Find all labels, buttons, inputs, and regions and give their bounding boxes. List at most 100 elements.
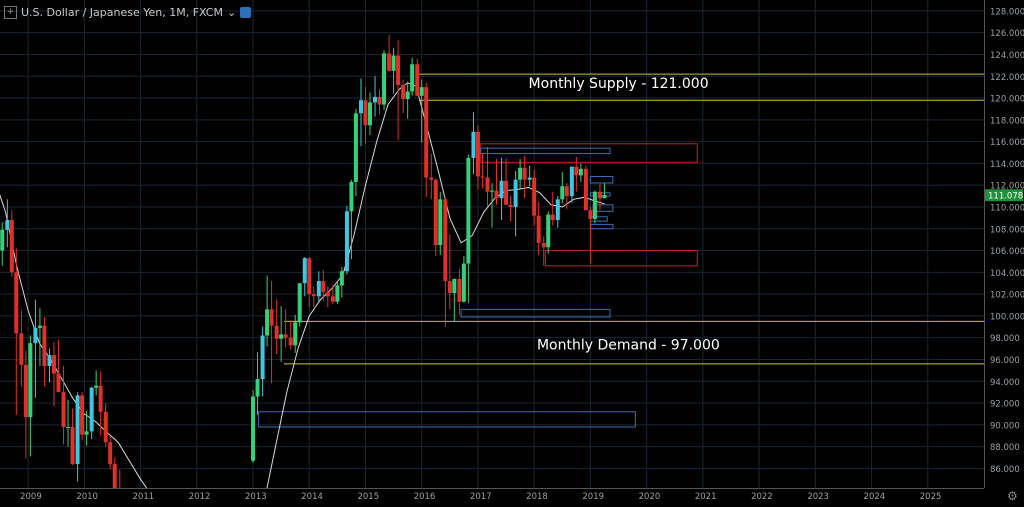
- candle-body: [274, 325, 279, 339]
- candle-body: [269, 309, 274, 326]
- candle-body: [363, 100, 368, 126]
- candle-body: [377, 96, 382, 105]
- x-tick-label: 2018: [526, 492, 548, 502]
- y-tick-label: 120.000: [990, 95, 1024, 105]
- y-tick-label: 114.000: [990, 160, 1024, 170]
- plus-square-icon[interactable]: +: [4, 5, 17, 19]
- candle-body: [265, 309, 270, 336]
- y-tick-label: 116.000: [990, 138, 1024, 148]
- candle-body: [588, 210, 593, 219]
- symbol-title: U.S. Dollar / Japanese Yen, 1M, FXCM: [21, 5, 223, 19]
- candlestick-chart[interactable]: Monthly Supply - 121.000 Monthly Demand -…: [0, 0, 1024, 503]
- candle-body: [504, 180, 509, 205]
- candle-body: [583, 168, 588, 211]
- candle-body: [429, 177, 434, 180]
- eye-icon[interactable]: [240, 6, 252, 18]
- candle-body: [321, 281, 326, 292]
- y-tick-label: 94.000: [990, 378, 1020, 388]
- candle-body: [499, 180, 504, 199]
- candle-body: [297, 283, 302, 323]
- candle-body: [466, 157, 471, 264]
- candle-body: [335, 285, 340, 302]
- candle-body: [311, 294, 316, 297]
- candle-body: [452, 278, 457, 294]
- candle-body: [94, 385, 99, 388]
- candle-body: [401, 84, 406, 100]
- annotation-label: Monthly Demand - 97.000: [537, 338, 720, 354]
- x-tick-label: 2019: [582, 492, 604, 502]
- chevron-down-icon[interactable]: ⌄: [227, 6, 236, 19]
- candle-body: [536, 215, 541, 243]
- candle-body: [447, 281, 452, 294]
- annotation-label: Monthly Supply - 121.000: [529, 76, 709, 92]
- candle-body: [349, 181, 354, 212]
- y-tick-label: 92.000: [990, 400, 1020, 410]
- candle-body: [475, 131, 480, 177]
- candle-body: [108, 442, 113, 465]
- y-tick-label: 96.000: [990, 356, 1020, 366]
- candle-body: [461, 263, 466, 302]
- candle-body: [433, 179, 438, 246]
- y-tick-label: 102.000: [990, 291, 1024, 301]
- candle-body: [325, 291, 330, 297]
- candle-body: [255, 379, 260, 397]
- candle-body: [80, 395, 85, 435]
- candle-body: [550, 214, 555, 221]
- candle-body: [457, 278, 462, 302]
- candle-body: [382, 53, 387, 105]
- y-tick-label: 126.000: [990, 29, 1024, 39]
- candle-body: [251, 396, 256, 461]
- candle-body: [410, 64, 415, 92]
- candle-body: [373, 96, 378, 103]
- candle-body: [419, 87, 424, 96]
- y-tick-label: 90.000: [990, 421, 1020, 431]
- candle-body: [288, 337, 293, 346]
- candle-body: [302, 258, 307, 284]
- candle-body: [283, 334, 288, 338]
- candle-body: [522, 167, 527, 180]
- y-tick-label: 110.000: [990, 203, 1024, 213]
- y-tick-label: 98.000: [990, 334, 1020, 344]
- candle-body: [367, 102, 372, 126]
- x-tick-label: 2012: [189, 492, 211, 502]
- candle-body: [485, 177, 490, 192]
- chart-area[interactable]: Monthly Supply - 121.000 Monthly Demand -…: [0, 0, 1024, 503]
- gear-icon[interactable]: ⚙: [1007, 489, 1018, 503]
- x-tick-label: 2010: [76, 492, 98, 502]
- candle-body: [387, 53, 392, 71]
- y-tick-label: 118.000: [990, 116, 1024, 126]
- candle-body: [527, 177, 532, 180]
- candle-body: [569, 166, 574, 197]
- x-tick-label: 2017: [470, 492, 492, 502]
- candle-body: [415, 64, 420, 96]
- candle-body: [513, 179, 518, 207]
- candle-body: [405, 91, 410, 100]
- candle-body: [396, 55, 401, 85]
- candle-body: [518, 167, 523, 180]
- x-tick-label: 2015: [357, 492, 379, 502]
- candle-body: [66, 427, 71, 428]
- candle-body: [597, 191, 602, 199]
- candle-body: [541, 242, 546, 248]
- y-tick-label: 122.000: [990, 73, 1024, 83]
- candle-body: [112, 464, 117, 488]
- candle-body: [0, 229, 5, 251]
- candle-body: [56, 373, 61, 393]
- candle-body: [23, 364, 28, 418]
- candle-body: [358, 100, 363, 114]
- candle-body: [293, 322, 298, 346]
- x-tick-label: 2011: [133, 492, 155, 502]
- candle-body: [555, 199, 560, 221]
- y-tick-label: 104.000: [990, 269, 1024, 279]
- last-price-label: 111.078: [988, 192, 1023, 202]
- y-tick-label: 108.000: [990, 225, 1024, 235]
- x-tick-label: 2014: [301, 492, 323, 502]
- candle-body: [490, 190, 494, 192]
- x-tick-label: 2016: [414, 492, 436, 502]
- candle-body: [574, 166, 579, 176]
- x-tick-label: 2022: [751, 492, 773, 502]
- candle-body: [438, 199, 443, 246]
- candle-body: [47, 355, 52, 366]
- candle-body: [424, 87, 429, 178]
- candle-body: [316, 281, 321, 297]
